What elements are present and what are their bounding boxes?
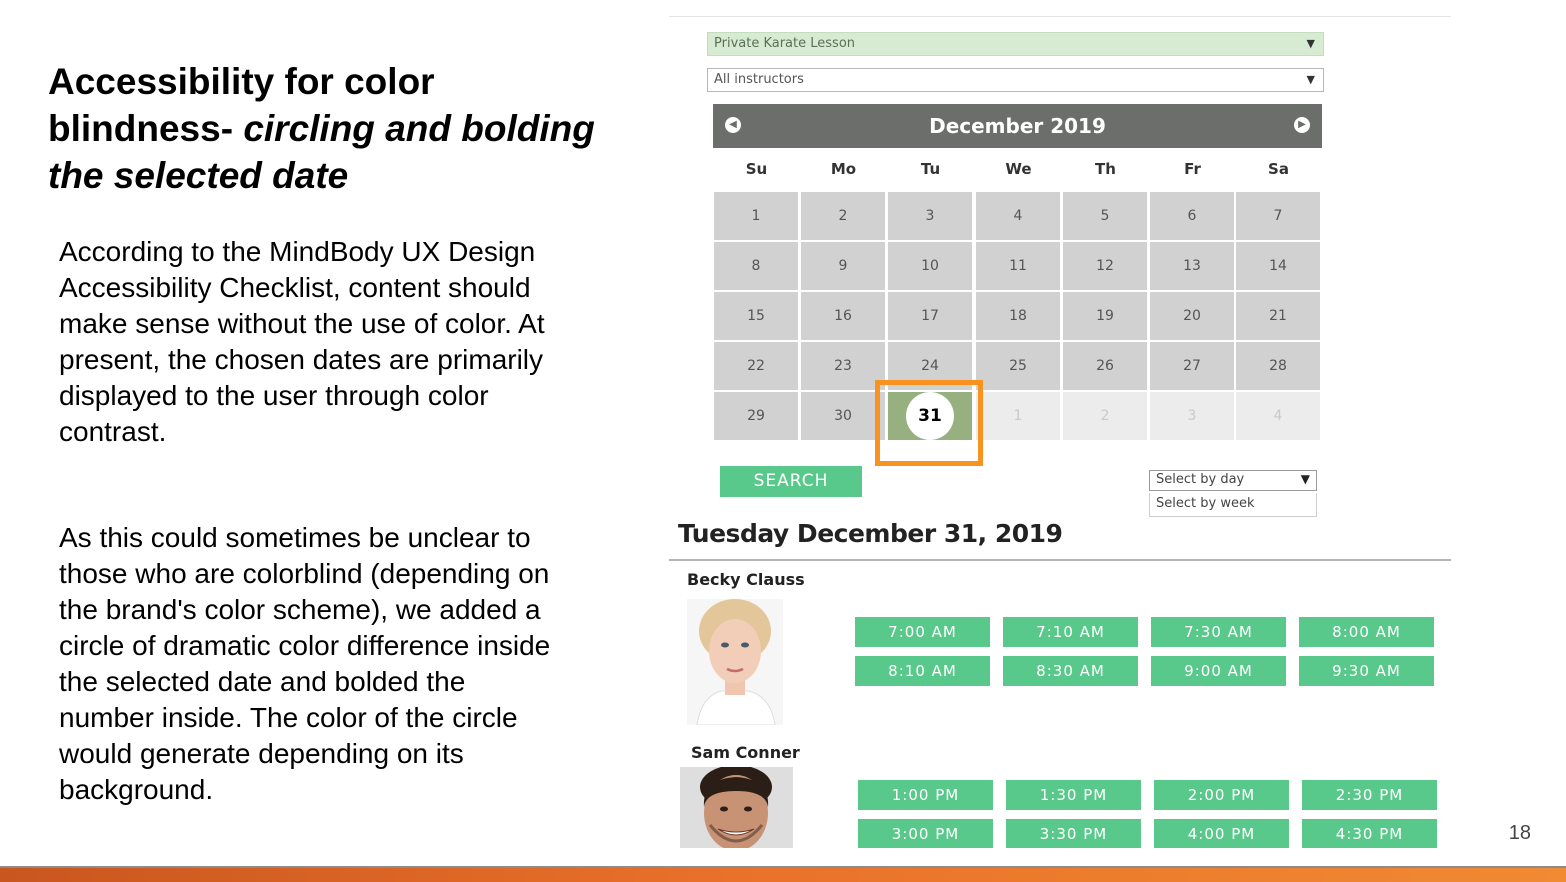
calendar-day[interactable]: 3: [888, 192, 972, 240]
calendar-month-label: December 2019: [929, 114, 1106, 138]
calendar-day-outside-month: 1: [976, 392, 1060, 440]
calendar-day[interactable]: 7: [1236, 192, 1320, 240]
time-slot-button[interactable]: 9:00 AM: [1151, 656, 1286, 686]
time-slot-button[interactable]: 4:00 PM: [1154, 819, 1289, 848]
time-slot-button[interactable]: 8:10 AM: [855, 656, 990, 686]
calendar-day[interactable]: 22: [714, 342, 798, 390]
instructor-photo: [687, 599, 783, 725]
time-slot-button[interactable]: 1:30 PM: [1006, 780, 1141, 810]
dropdown-arrow-icon: ▼: [1306, 37, 1315, 50]
instructor-photo: [680, 767, 793, 848]
calendar-day[interactable]: 2: [801, 192, 885, 240]
service-select-value: Private Karate Lesson: [714, 36, 856, 51]
time-slot-button[interactable]: 7:30 AM: [1151, 617, 1286, 647]
time-slot-button[interactable]: 4:30 PM: [1302, 819, 1437, 848]
calendar-day[interactable]: 5: [1063, 192, 1147, 240]
weekday-label: We: [1005, 160, 1032, 178]
footer-accent-bar: [0, 868, 1566, 882]
body-paragraph-2: As this could sometimes be unclear to th…: [59, 522, 551, 805]
next-month-icon[interactable]: ▶: [1294, 117, 1310, 133]
selected-date-highlight: [875, 380, 983, 466]
calendar-day-outside-month: 3: [1150, 392, 1234, 440]
calendar-header: ◀ December 2019 ▶: [713, 104, 1322, 148]
weekday-label: Su: [745, 160, 768, 178]
instructor-select-value: All instructors: [714, 72, 804, 87]
calendar-day[interactable]: 15: [714, 292, 798, 340]
calendar-day[interactable]: 19: [1063, 292, 1147, 340]
calendar-day[interactable]: 18: [976, 292, 1060, 340]
weekday-label: Sa: [1268, 160, 1289, 178]
calendar-day[interactable]: 29: [714, 392, 798, 440]
page-number: 18: [1508, 822, 1531, 844]
time-slot-button[interactable]: 3:00 PM: [858, 819, 993, 848]
weekday-label: Th: [1095, 160, 1116, 178]
calendar-day[interactable]: 27: [1150, 342, 1234, 390]
time-slot-button[interactable]: 8:30 AM: [1003, 656, 1138, 686]
selected-date-heading: Tuesday December 31, 2019: [678, 519, 1063, 548]
time-slot-button[interactable]: 3:30 PM: [1006, 819, 1141, 848]
panel-divider: [669, 16, 1451, 17]
weekday-label: Fr: [1184, 160, 1201, 178]
calendar-day[interactable]: 8: [714, 242, 798, 290]
time-slot-button[interactable]: 9:30 AM: [1299, 656, 1434, 686]
calendar-day[interactable]: 14: [1236, 242, 1320, 290]
time-slot-button[interactable]: 1:00 PM: [858, 780, 993, 810]
calendar-day[interactable]: 28: [1236, 342, 1320, 390]
time-slot-button[interactable]: 8:00 AM: [1299, 617, 1434, 647]
dropdown-arrow-icon: ▼: [1306, 73, 1315, 86]
instructor-select[interactable]: All instructors ▼: [707, 68, 1324, 92]
time-slot-button[interactable]: 2:00 PM: [1154, 780, 1289, 810]
view-select-value: Select by day: [1156, 472, 1245, 487]
calendar-day[interactable]: 16: [801, 292, 885, 340]
time-slot-button[interactable]: 7:00 AM: [855, 617, 990, 647]
service-select[interactable]: Private Karate Lesson ▼: [707, 32, 1324, 56]
weekday-label: Mo: [830, 160, 857, 178]
calendar-day-outside-month: 2: [1063, 392, 1147, 440]
calendar-day[interactable]: 12: [1063, 242, 1147, 290]
calendar-day[interactable]: 20: [1150, 292, 1234, 340]
calendar-day[interactable]: 4: [976, 192, 1060, 240]
calendar-day[interactable]: 21: [1236, 292, 1320, 340]
view-select[interactable]: Select by day ▼: [1149, 470, 1317, 491]
dropdown-arrow-icon: ▼: [1300, 472, 1310, 486]
time-slot-button[interactable]: 7:10 AM: [1003, 617, 1138, 647]
calendar-day[interactable]: 6: [1150, 192, 1234, 240]
calendar-day[interactable]: 26: [1063, 342, 1147, 390]
search-button[interactable]: SEARCH: [720, 466, 862, 497]
calendar-day[interactable]: 11: [976, 242, 1060, 290]
calendar-day-outside-month: 4: [1236, 392, 1320, 440]
calendar-day[interactable]: 13: [1150, 242, 1234, 290]
calendar-day[interactable]: 10: [888, 242, 972, 290]
date-divider: [669, 559, 1451, 561]
calendar-day[interactable]: 9: [801, 242, 885, 290]
calendar-day[interactable]: 23: [801, 342, 885, 390]
calendar-day[interactable]: 25: [976, 342, 1060, 390]
body-paragraph-1: According to the MindBody UX Design Acce…: [59, 236, 545, 447]
calendar-day[interactable]: 17: [888, 292, 972, 340]
calendar-day[interactable]: 30: [801, 392, 885, 440]
instructor-name: Sam Conner: [691, 743, 800, 762]
view-option-week[interactable]: Select by week: [1149, 493, 1317, 517]
calendar-day[interactable]: 1: [714, 192, 798, 240]
instructor-name: Becky Clauss: [687, 570, 805, 589]
booking-screenshot: Private Karate Lesson ▼ All instructors …: [669, 16, 1451, 848]
weekday-label: Tu: [920, 160, 941, 178]
time-slot-button[interactable]: 2:30 PM: [1302, 780, 1437, 810]
slide-title: Accessibility for color blindness- circl…: [48, 58, 608, 199]
